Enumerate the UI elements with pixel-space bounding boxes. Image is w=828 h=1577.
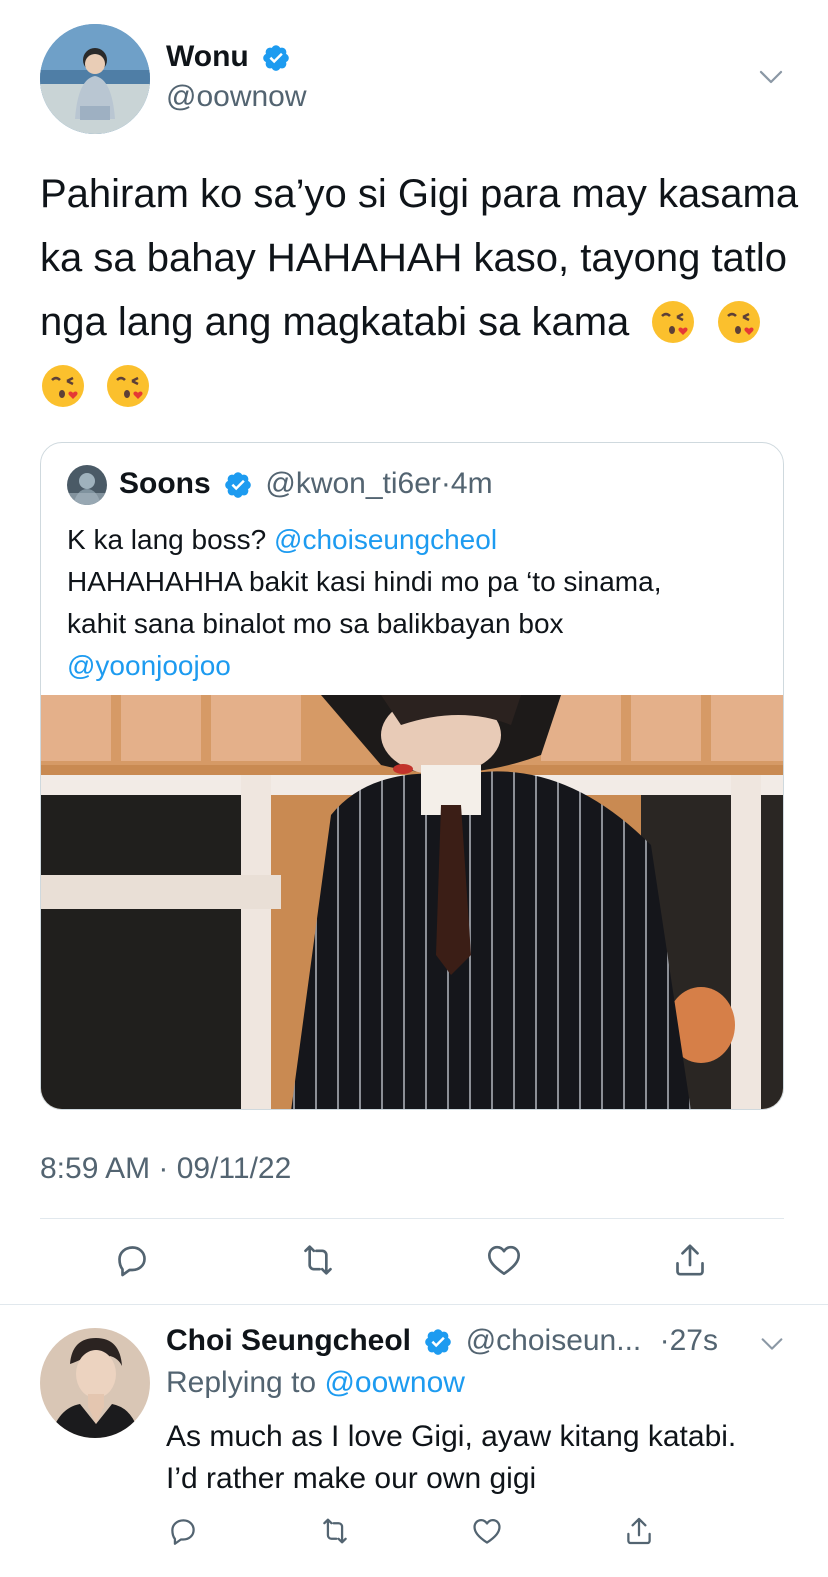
share-icon	[676, 1244, 704, 1276]
quote-author-name: Soons	[119, 467, 211, 500]
quote-text-plain: K ka lang boss?	[67, 524, 275, 555]
chevron-down-icon	[759, 70, 783, 84]
reply-icon	[171, 1519, 195, 1545]
verified-badge-icon	[425, 1329, 452, 1355]
heart-icon	[473, 1518, 501, 1544]
reply-author-handle[interactable]: @choiseun...	[466, 1324, 642, 1357]
author-name[interactable]: Wonu	[166, 40, 249, 73]
replying-to-label: Replying to	[166, 1366, 317, 1399]
reply-retweet-button[interactable]	[318, 1514, 352, 1553]
retweet-icon	[304, 1245, 332, 1275]
tweet-timestamp[interactable]: 8:59 AM · 09/11/22	[40, 1152, 291, 1186]
reply-like-button[interactable]	[470, 1514, 504, 1553]
reply-icon	[118, 1246, 146, 1277]
quote-separator: ·	[440, 467, 451, 500]
quote-media-image[interactable]	[41, 695, 783, 1109]
mention-link[interactable]: @yoonjoojoo	[67, 650, 231, 681]
replying-to-mention[interactable]: @oownow	[324, 1366, 465, 1399]
verified-badge-icon	[263, 45, 289, 71]
reply-button[interactable]	[112, 1240, 152, 1285]
share-button[interactable]	[670, 1240, 710, 1285]
quote-author-handle: @kwon_ti6er	[265, 467, 441, 500]
mention-link[interactable]: @choiseungcheol	[274, 524, 497, 555]
quote-author-avatar	[67, 465, 107, 505]
reply-author-avatar[interactable]	[40, 1328, 150, 1438]
retweet-icon	[323, 1518, 347, 1544]
reply-header: Choi Seungcheol @choiseun... ·27s	[166, 1324, 786, 1358]
quote-header: Soons @kwon_ti6er·4m	[119, 467, 493, 501]
reply-author-name[interactable]: Choi Seungcheol	[166, 1324, 411, 1357]
more-options-button[interactable]	[756, 62, 786, 92]
replying-to-line: Replying to @oownow	[166, 1366, 465, 1400]
divider	[0, 1304, 828, 1305]
reply-reply-button[interactable]	[166, 1514, 200, 1553]
quote-text: K ka lang boss? @choiseungcheol HAHAHAHH…	[67, 519, 767, 687]
reply-share-button[interactable]	[622, 1514, 656, 1553]
kiss-emoji-icon	[652, 301, 695, 343]
author-avatar[interactable]	[40, 24, 150, 134]
quote-time: 4m	[450, 467, 493, 500]
share-icon	[627, 1517, 651, 1545]
author-name-row: Wonu	[166, 40, 291, 74]
quote-line-1: K ka lang boss? @choiseungcheol	[67, 519, 767, 561]
tweet-text: Pahiram ko sa’yo si Gigi para may kasama…	[40, 162, 800, 418]
reply-text-line-2: I’d rather make our own gigi	[166, 1462, 537, 1495]
kiss-emoji-icon	[42, 365, 84, 407]
retweet-button[interactable]	[298, 1240, 338, 1285]
author-handle[interactable]: @oownow	[166, 80, 307, 114]
kiss-emoji-icon	[717, 301, 760, 343]
quote-line-3: kahit sana binalot mo sa balikbayan box	[67, 608, 564, 639]
reply-text-line-1: As much as I love Gigi, ayaw kitang kata…	[166, 1420, 737, 1453]
chevron-down-icon	[761, 1338, 783, 1350]
divider	[40, 1218, 784, 1219]
reply-time: 27s	[669, 1324, 718, 1357]
reply-separator: ·	[659, 1324, 670, 1357]
heart-icon	[488, 1245, 520, 1275]
quoted-tweet-card[interactable]: Soons @kwon_ti6er·4m K ka lang boss? @ch…	[40, 442, 784, 1110]
verified-badge-icon	[225, 472, 251, 498]
like-button[interactable]	[484, 1240, 524, 1285]
reply-more-options-button[interactable]	[758, 1330, 786, 1358]
quote-line-2: HAHAHAHHA bakit kasi hindi mo pa ‘to sin…	[67, 566, 662, 597]
reply-text: As much as I love Gigi, ayaw kitang kata…	[166, 1416, 736, 1500]
kiss-emoji-icon	[107, 365, 150, 407]
